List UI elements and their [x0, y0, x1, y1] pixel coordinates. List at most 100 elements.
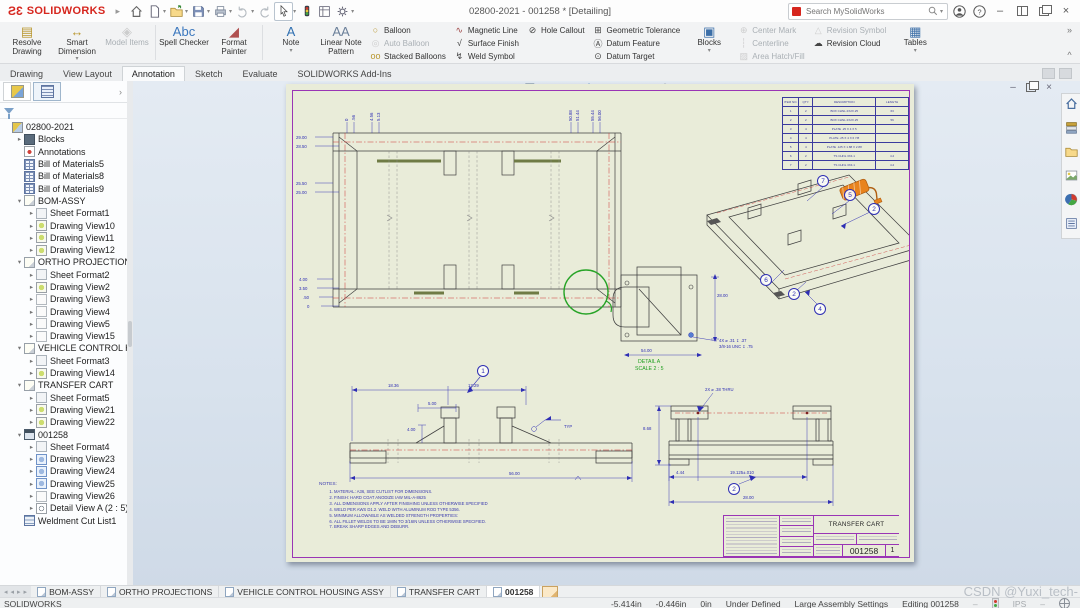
cut-list-row[interactable]: 62TS CHNL 3X4.14.2	[783, 152, 909, 161]
help-icon[interactable]: ?	[970, 3, 988, 19]
tree-expand-icon[interactable]: ▸	[27, 271, 36, 279]
customize-icon[interactable]	[1059, 68, 1072, 79]
dropdown-icon[interactable]: ▾	[289, 48, 292, 54]
tree-item-blocks[interactable]: ▸Blocks	[0, 133, 127, 145]
spell-checker-button[interactable]: AbcSpell Checker	[159, 22, 209, 63]
cut-list-row[interactable]: 12BOX CHNL 2X2X.2563	[783, 107, 909, 116]
tree-expand-icon[interactable]: ▸	[27, 357, 36, 365]
home-button[interactable]	[128, 3, 145, 20]
options-dropdown-icon[interactable]: ▾	[351, 8, 354, 15]
tree-item-drawing-view21[interactable]: ▸Drawing View21	[0, 404, 127, 416]
undo-dropdown-icon[interactable]: ▾	[251, 8, 254, 15]
tab-drawing[interactable]: Drawing	[0, 66, 53, 81]
tab-view-layout[interactable]: View Layout	[53, 66, 122, 81]
drawing-view-plan[interactable]	[315, 122, 621, 314]
tree-expand-icon[interactable]: ▸	[27, 443, 36, 451]
balloon-5[interactable]: 5	[844, 189, 856, 201]
datum-feature-button[interactable]: ⒶDatum Feature	[589, 37, 685, 49]
tree-item-sheet-format2[interactable]: ▸Sheet Format2	[0, 269, 127, 281]
tree-expand-icon[interactable]: ▸	[27, 295, 36, 303]
redo-button[interactable]	[256, 3, 273, 20]
options-button[interactable]	[334, 3, 351, 20]
tab-sketch[interactable]: Sketch	[185, 66, 233, 81]
dim-label[interactable]: 5.00	[428, 401, 436, 406]
tree-item-drawing-view2[interactable]: ▸Drawing View2	[0, 281, 127, 293]
dim-label[interactable]: 18.36	[388, 383, 399, 388]
brand-chevron-icon[interactable]: ▸	[115, 6, 120, 17]
restore-button[interactable]	[1034, 3, 1054, 19]
cut-list-row[interactable]: 34PLATE .25 X 4 X 5	[783, 125, 909, 134]
design-library-icon[interactable]	[1065, 121, 1078, 139]
tree-item-drawing-view23[interactable]: ▸Drawing View23	[0, 453, 127, 465]
dim-label-rotated[interactable]: 50.88	[569, 110, 574, 121]
tree-item-detail-view-a-2-5[interactable]: ▸Detail View A (2 : 5)	[0, 502, 127, 514]
tree-item-drawing-view4[interactable]: ▸Drawing View4	[0, 305, 127, 317]
property-manager-tab[interactable]	[33, 82, 61, 101]
tree-item-drawing-view3[interactable]: ▸Drawing View3	[0, 293, 127, 305]
tree-item-drawing-view10[interactable]: ▸Drawing View10	[0, 219, 127, 231]
tab-solidworks-add-ins[interactable]: SOLIDWORKS Add-Ins	[287, 66, 401, 81]
ribbon-overflow-icon[interactable]: »	[1067, 25, 1072, 35]
tree-expand-icon[interactable]: ▸	[27, 246, 36, 254]
format-painter-button[interactable]: ◢Format Painter	[209, 22, 259, 63]
cut-list-table[interactable]: ITEM NO.QTY.DESCRIPTIONLENGTH12BOX CHNL …	[782, 97, 909, 170]
dim-label[interactable]: 8.68	[643, 426, 651, 431]
tree-item-ortho-projections[interactable]: ▾ORTHO PROJECTIONS	[0, 256, 127, 268]
tree-item-sheet-format5[interactable]: ▸Sheet Format5	[0, 392, 127, 404]
doc-restore-button[interactable]	[1022, 81, 1040, 94]
file-explorer-icon[interactable]	[1065, 145, 1078, 163]
tree-expand-icon[interactable]: ▸	[27, 467, 36, 475]
balloon-1[interactable]: 1	[477, 365, 489, 377]
solidworks-logo[interactable]: 3S SOLIDWORKS ▸	[0, 4, 128, 18]
dim-label[interactable]: 0	[307, 304, 309, 309]
tree-item-annotations[interactable]: Annotations	[0, 146, 127, 158]
tree-expand-icon[interactable]: ▸	[27, 209, 36, 217]
drawing-view-side[interactable]	[655, 393, 833, 506]
dropdown-icon[interactable]: ▾	[708, 48, 711, 54]
tree-expand-icon[interactable]: ▸	[27, 418, 36, 426]
tree-expand-icon[interactable]: ▸	[27, 320, 36, 328]
tree-item-drawing-view26[interactable]: ▸Drawing View26	[0, 490, 127, 502]
feature-manager-tab[interactable]	[3, 82, 31, 101]
dim-label[interactable]: 25.00	[296, 190, 307, 195]
dim-label-rotated[interactable]: 51.44	[576, 110, 581, 121]
minimize-button[interactable]: –	[990, 3, 1010, 19]
tree-item-drawing-view22[interactable]: ▸Drawing View22	[0, 416, 127, 428]
dim-label[interactable]: 25.50	[296, 181, 307, 186]
weld-typ-note[interactable]: TYP	[564, 424, 572, 430]
tree-item-bill-of-materials8[interactable]: Bill of Materials8	[0, 170, 127, 182]
globe-icon[interactable]	[1059, 598, 1070, 608]
tree-expand-icon[interactable]: ▸	[27, 480, 36, 488]
cut-list-row[interactable]: 54PLATE .125 X 1.88 X 2.88	[783, 143, 909, 152]
tree-item-transfer-cart[interactable]: ▾TRANSFER CART	[0, 379, 127, 391]
balloon-4[interactable]: 4	[814, 303, 826, 315]
tree-item-weldment-cut-list1[interactable]: Weldment Cut List1	[0, 515, 127, 527]
dim-label[interactable]: 4.00	[407, 427, 415, 432]
tree-expand-icon[interactable]: ▾	[15, 258, 24, 266]
tree-expand-icon[interactable]: ▸	[27, 455, 36, 463]
tree-expand-icon[interactable]: ▸	[27, 283, 36, 291]
print-button[interactable]	[212, 3, 229, 20]
dropdown-icon[interactable]: ▾	[75, 56, 78, 62]
window-layout-button[interactable]	[1012, 3, 1032, 19]
dim-label-rotated[interactable]: 4.56	[370, 113, 375, 121]
cut-list-row[interactable]: 72TS CHNL 3X4.14.2	[783, 161, 909, 170]
balloon-2[interactable]: 2	[728, 483, 740, 495]
select-tool-button[interactable]	[274, 2, 293, 21]
dim-label[interactable]: 28.00	[743, 495, 754, 500]
view-palette-icon[interactable]	[1065, 169, 1078, 187]
open-button[interactable]	[168, 3, 185, 20]
undo-button[interactable]	[234, 3, 251, 20]
tree-expand-icon[interactable]: ▾	[15, 344, 24, 352]
tables-button[interactable]: ▦Tables▾	[890, 22, 940, 63]
tree-item-sheet-format3[interactable]: ▸Sheet Format3	[0, 355, 127, 367]
cut-list-row[interactable]: 22BOX CHNL 2X2X.2556	[783, 116, 909, 125]
title-block[interactable]: TRANSFER CART 001258 1	[723, 515, 899, 557]
notes-block[interactable]: NOTES: MATERIAL: A36, SEE CUTLIST FOR DI…	[319, 482, 607, 530]
datum-target-button[interactable]: ⊙Datum Target	[589, 50, 685, 62]
search-dropdown-icon[interactable]: ▾	[940, 8, 943, 15]
dim-label[interactable]: 3.50	[299, 286, 307, 291]
units-label[interactable]: IPS	[1013, 599, 1027, 608]
tree-item-drawing-view24[interactable]: ▸Drawing View24	[0, 465, 127, 477]
weld-symbol-button[interactable]: ↯Weld Symbol	[450, 50, 523, 62]
